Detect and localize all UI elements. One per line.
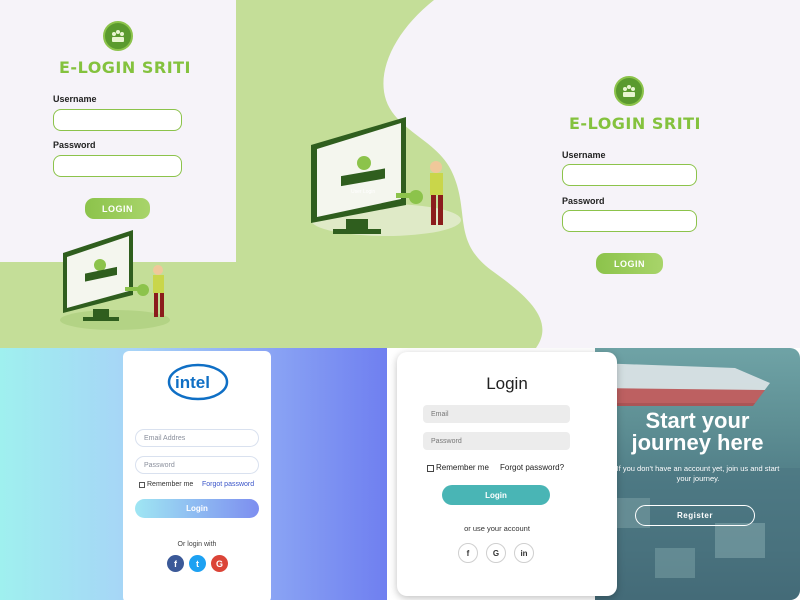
remember-checkbox[interactable] <box>139 482 145 488</box>
login-button[interactable]: Login <box>442 485 550 505</box>
remember-label: Remember me <box>436 463 489 472</box>
login-card: intel Email Addres Password Remember me … <box>123 351 271 600</box>
logo-icon <box>614 76 644 106</box>
username-input[interactable] <box>562 164 697 186</box>
svg-text:intel: intel <box>175 373 210 392</box>
promo-title: Start your journey here <box>595 410 800 454</box>
register-button[interactable]: Register <box>635 505 755 526</box>
promo-title-line1: Start your <box>645 408 750 433</box>
login-button[interactable]: LOGIN <box>596 253 663 274</box>
twitter-icon[interactable]: t <box>189 555 206 572</box>
forgot-password-link[interactable]: Forgot password? <box>500 463 564 472</box>
password-label: Password <box>562 196 605 206</box>
or-login-with-label: Or login with <box>177 541 217 548</box>
password-input[interactable] <box>53 155 182 177</box>
password-input[interactable] <box>562 210 697 232</box>
desktop-login-panel: User Login E-LOGIN SRITI Username Passwo… <box>236 0 800 348</box>
intel-logo: intel <box>167 363 229 401</box>
or-use-account-label: or use your account <box>464 524 530 533</box>
brand-title: E-LOGIN SRITI <box>59 58 192 77</box>
google-icon[interactable]: G <box>486 543 506 563</box>
computer-illustration <box>60 230 170 330</box>
login-button[interactable]: LOGIN <box>85 198 150 219</box>
password-label: Password <box>53 140 96 150</box>
promo-photo: Start your journey here If you don't hav… <box>595 348 800 600</box>
email-input[interactable]: Email Addres <box>135 429 259 447</box>
facebook-icon[interactable]: f <box>458 543 478 563</box>
promo-text: If you don't have an account yet, join u… <box>616 464 780 483</box>
monitor-button-text: User Login <box>351 189 375 195</box>
forgot-password-link[interactable]: Forgot password <box>202 481 254 488</box>
login-form-card: Login Email Password Remember me Forgot … <box>397 352 617 596</box>
google-icon[interactable]: G <box>211 555 228 572</box>
remember-checkbox[interactable] <box>427 465 434 472</box>
logo-icon <box>103 21 133 51</box>
login-title: Login <box>486 374 528 393</box>
email-input[interactable]: Email <box>423 405 570 423</box>
facebook-icon[interactable]: f <box>167 555 184 572</box>
password-input[interactable]: Password <box>423 432 570 450</box>
promo-title-line2: journey here <box>631 430 764 455</box>
intel-login-panel: intel Email Addres Password Remember me … <box>0 348 387 600</box>
mobile-login-panel: E-LOGIN SRITI Username Password LOGIN <box>0 0 236 348</box>
brand-title: E-LOGIN SRITI <box>569 114 702 133</box>
username-label: Username <box>562 150 606 160</box>
linkedin-icon[interactable]: in <box>514 543 534 563</box>
computer-illustration: User Login <box>311 117 461 236</box>
username-input[interactable] <box>53 109 182 131</box>
remember-label: Remember me <box>147 481 194 488</box>
journey-login-panel: Start your journey here If you don't hav… <box>387 348 800 600</box>
login-button[interactable]: Login <box>135 499 259 518</box>
username-label: Username <box>53 94 97 104</box>
password-input[interactable]: Password <box>135 456 259 474</box>
